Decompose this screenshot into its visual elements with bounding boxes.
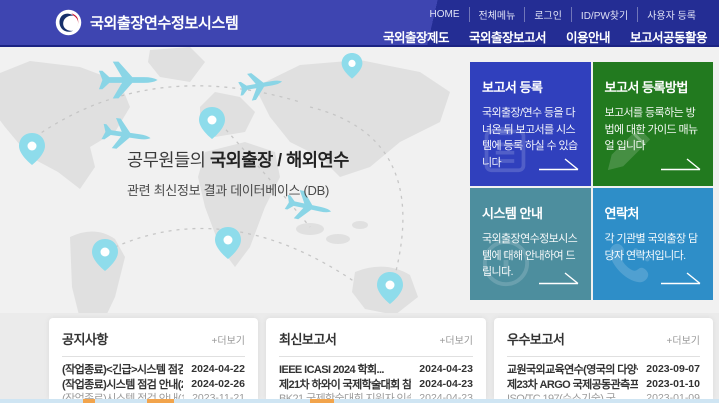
card-report-register[interactable]: 보고서 등록 국외출장/연수 등을 다녀온 뒤 보고서를 시스템에 등록 하실 … — [470, 62, 591, 186]
footer-strip — [0, 399, 719, 403]
panel-head: 공지사항 +더보기 — [62, 329, 245, 348]
arrow-icon — [661, 272, 701, 285]
item-title: ISO/TC 197(수소기술) 국... — [507, 393, 623, 399]
card-title: 시스템 안내 — [482, 206, 543, 221]
arrow-icon — [538, 158, 578, 171]
item-date: 2024-04-23 — [419, 377, 473, 390]
panel-head: 우수보고서 +더보기 — [507, 329, 700, 348]
item-date: 2023-11-21 — [192, 392, 245, 399]
item-title: (작업종료)시스템 점검 안내(11... — [62, 393, 185, 399]
utility-register[interactable]: 사용자 등록 — [637, 7, 705, 22]
item-title: BK21 국제학술대회 지원자 인솔... — [279, 393, 412, 399]
hero-title: 공무원들의 국외출장 / 해외연수 — [127, 147, 349, 172]
footer-accent-segment — [310, 399, 334, 403]
panel-title: 공지사항 — [62, 332, 108, 347]
item-date: 2023-01-09 — [646, 392, 700, 399]
item-date: 2023-01-10 — [646, 377, 700, 390]
footer-accent-segment — [147, 399, 174, 403]
page: 국외출장연수정보시스템 HOME 전체메뉴 로그인 ID/PW찾기 사용자 등록… — [0, 0, 719, 403]
hero-title-bold: 국외출장 / 해외연수 — [209, 150, 349, 170]
hero-text: 공무원들의 국외출장 / 해외연수 관련 최신정보 결과 데이터베이스 (DB) — [127, 147, 349, 199]
main-nav: 국외출장제도 국외출장보고서 이용안내 보고서공동활용 — [383, 27, 708, 46]
item-date: 2024-04-23 — [419, 363, 473, 375]
card-title: 연락처 — [604, 206, 640, 221]
info-icon — [482, 239, 530, 287]
list-item[interactable]: (작업종료)시스템 점검 안내(11... 2023-11-21 — [62, 391, 245, 399]
phone-icon — [609, 243, 650, 283]
list-item[interactable]: 제21차 하와이 국제학술대회 참석...2024-04-23 — [279, 377, 473, 391]
site-title: 국외출장연수정보시스템 — [90, 15, 239, 32]
pencil-icon — [607, 127, 650, 171]
list-item[interactable]: 교원국외교육연수(영국의 다양성 포...2023-09-07 — [507, 362, 700, 376]
divider — [279, 356, 473, 357]
header: 국외출장연수정보시스템 HOME 전체메뉴 로그인 ID/PW찾기 사용자 등록… — [0, 0, 719, 47]
divider — [62, 356, 245, 357]
utility-menu: HOME 전체메뉴 로그인 ID/PW찾기 사용자 등록 — [421, 7, 706, 22]
arrow-icon — [538, 272, 578, 285]
utility-sitemap[interactable]: 전체메뉴 — [468, 7, 525, 22]
panel-head: 최신보고서 +더보기 — [279, 329, 473, 348]
item-date: 2024-04-22 — [191, 363, 245, 375]
nav-item-trip-report[interactable]: 국외출장보고서 — [469, 27, 547, 46]
card-contacts[interactable]: 연락처 각 기관별 국외출장 담당자 연락처입니다. — [592, 188, 713, 300]
site-logo[interactable]: 국외출장연수정보시스템 — [55, 9, 239, 36]
item-date: 2023-09-07 — [646, 363, 700, 375]
arrow-icon — [661, 158, 701, 171]
card-report-howto[interactable]: 보고서 등록방법 보고서를 등록하는 방법에 대한 가이드 매뉴얼 입니다 — [592, 62, 713, 186]
utility-login[interactable]: 로그인 — [524, 7, 571, 22]
hero-subtitle: 관련 최신정보 결과 데이터베이스 (DB) — [127, 183, 330, 198]
nav-item-guide[interactable]: 이용안내 — [566, 27, 611, 46]
list-item[interactable]: BK21 국제학술대회 지원자 인솔... 2024-04-23 — [279, 391, 473, 399]
panel-title: 최신보고서 — [279, 332, 337, 347]
list-item[interactable]: 제23차 ARGO 국제공동관측프로...2023-01-10 — [507, 377, 700, 391]
item-date: 2024-02-26 — [191, 377, 245, 390]
clipboard-icon — [484, 126, 526, 173]
more-link[interactable]: +더보기 — [667, 332, 700, 347]
list-item[interactable]: (작업종료)시스템 점검 안내(2.... 2024-02-26 — [62, 377, 245, 391]
more-link[interactable]: +더보기 — [440, 332, 473, 347]
utility-home[interactable]: HOME — [421, 9, 469, 20]
card-system-guide[interactable]: 시스템 안내 국외출장연수정보시스템에 대해 안내하여 드립니다. — [470, 188, 591, 300]
list-item[interactable]: (작업종료)<긴급>시스템 점검 안...2024-04-22 — [62, 362, 245, 376]
card-title: 보고서 등록 — [482, 80, 543, 95]
list-item[interactable]: ISO/TC 197(수소기술) 국... 2023-01-09 — [507, 391, 700, 399]
more-link[interactable]: +더보기 — [212, 332, 245, 347]
utility-find-idpw[interactable]: ID/PW찾기 — [570, 7, 637, 22]
item-date: 2024-04-23 — [419, 392, 473, 399]
list-item[interactable]: IEEE ICASI 2024 학회... 2024-04-23 — [279, 362, 473, 376]
card-title: 보고서 등록방법 — [604, 80, 689, 95]
panel-title: 우수보고서 — [507, 332, 565, 347]
footer-accent-segment — [83, 399, 95, 403]
divider — [507, 356, 700, 357]
nav-item-trip-policy[interactable]: 국외출장제도 — [383, 27, 450, 46]
hero-title-prefix: 공무원들의 — [127, 150, 210, 170]
quick-cards: 보고서 등록 국외출장/연수 등을 다녀온 뒤 보고서를 시스템에 등록 하실 … — [470, 62, 713, 300]
panel-best-reports: 우수보고서 +더보기 교원국외교육연수(영국의 다양성 포...2023-09-… — [494, 318, 713, 399]
panel-latest-reports: 최신보고서 +더보기 IEEE ICASI 2024 학회... 2024-04-… — [266, 318, 486, 399]
gov-emblem-icon — [55, 9, 82, 36]
nav-item-report-sharing[interactable]: 보고서공동활용 — [630, 27, 708, 46]
panel-notices: 공지사항 +더보기 (작업종료)<긴급>시스템 점검 안...2024-04-2… — [49, 318, 258, 399]
